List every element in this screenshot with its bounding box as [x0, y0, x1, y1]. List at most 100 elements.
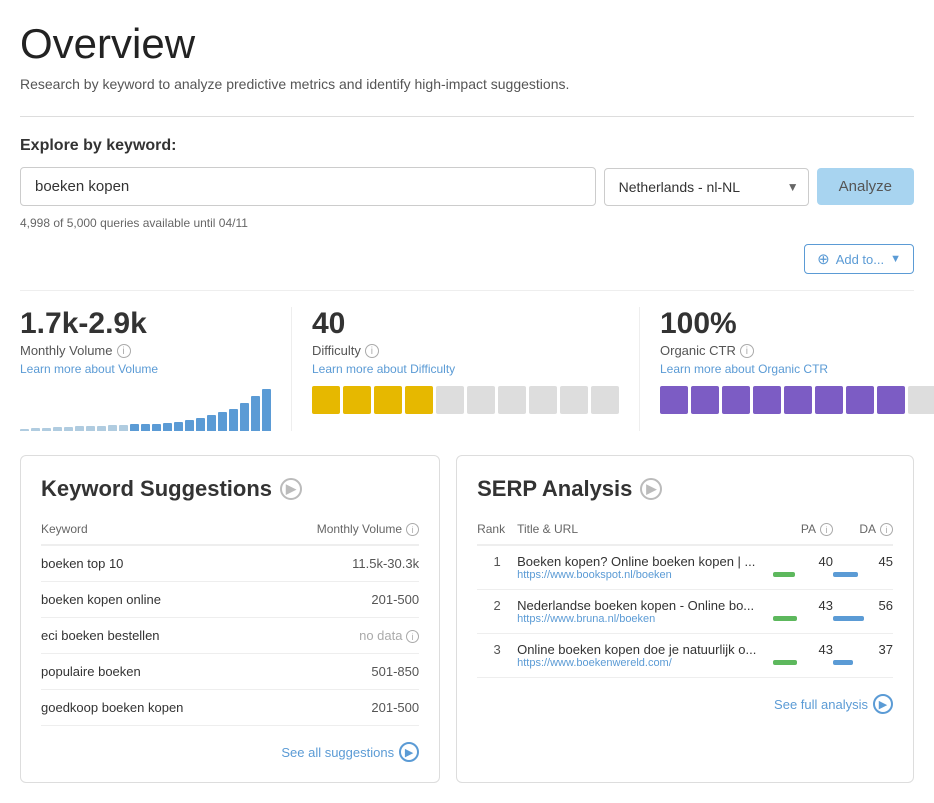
explore-label: Explore by keyword:	[20, 137, 914, 155]
table-row: 3Online boeken kopen doe je natuurlijk o…	[477, 634, 893, 678]
add-to-chevron-icon: ▼	[890, 253, 901, 265]
serp-title: Boeken kopen? Online boeken kopen | ...	[517, 554, 773, 569]
table-row: 1Boeken kopen? Online boeken kopen | ...…	[477, 545, 893, 590]
da-bar	[833, 572, 858, 577]
see-full-arrow-icon: ▶	[873, 694, 893, 714]
metric-ctr: 100% Organic CTR i Learn more about Orga…	[640, 307, 934, 431]
serp-url[interactable]: https://www.bruna.nl/boeken	[517, 613, 773, 625]
plus-icon: ⊕	[817, 250, 830, 268]
ctr-square	[908, 386, 934, 414]
volume-col-header: Monthly Volume i	[261, 522, 419, 545]
table-row: boeken top 1011.5k-30.3k	[41, 545, 419, 582]
serp-title: Online boeken kopen doe je natuurlijk o.…	[517, 642, 773, 657]
volume-bar	[240, 403, 249, 431]
difficulty-square	[467, 386, 495, 414]
pa-th-info-icon[interactable]: i	[820, 523, 833, 536]
difficulty-square	[498, 386, 526, 414]
difficulty-info-icon[interactable]: i	[365, 344, 379, 358]
ctr-square	[877, 386, 905, 414]
divider	[20, 116, 914, 117]
keyword-cell[interactable]: boeken top 10	[41, 545, 261, 582]
da-cell: 45	[833, 545, 893, 590]
volume-learn-more[interactable]: Learn more about Volume	[20, 362, 271, 376]
metrics-row: 1.7k-2.9k Monthly Volume i Learn more ab…	[20, 290, 914, 431]
serp-table: Rank Title & URL PA i DA i	[477, 522, 893, 678]
keyword-cell[interactable]: goedkoop boeken kopen	[41, 690, 261, 726]
volume-value: 1.7k-2.9k	[20, 307, 271, 341]
difficulty-square	[560, 386, 588, 414]
see-full-row: See full analysis ▶	[477, 694, 893, 714]
da-cell: 56	[833, 590, 893, 634]
keyword-cell[interactable]: boeken kopen online	[41, 582, 261, 618]
rank-cell: 2	[477, 590, 517, 634]
difficulty-square	[312, 386, 340, 414]
add-to-row: ⊕ Add to... ▼	[20, 244, 914, 274]
serp-url[interactable]: https://www.bookspot.nl/boeken	[517, 569, 773, 581]
ctr-learn-more[interactable]: Learn more about Organic CTR	[660, 362, 934, 376]
title-url-cell: Boeken kopen? Online boeken kopen | ...h…	[517, 545, 773, 590]
volume-bar	[163, 423, 172, 431]
da-value: 56	[833, 598, 893, 613]
ctr-chart	[660, 386, 934, 414]
volume-th-info-icon[interactable]: i	[406, 523, 419, 536]
see-full-link[interactable]: See full analysis ▶	[774, 694, 893, 714]
keyword-cell[interactable]: eci boeken bestellen	[41, 618, 261, 654]
serp-analysis-title: SERP Analysis ▶	[477, 476, 893, 502]
keyword-cell[interactable]: populaire boeken	[41, 654, 261, 690]
pa-cell: 43	[773, 590, 833, 634]
difficulty-learn-more[interactable]: Learn more about Difficulty	[312, 362, 619, 376]
volume-bar	[97, 426, 106, 431]
volume-cell: 501-850	[261, 654, 419, 690]
difficulty-value: 40	[312, 307, 619, 341]
volume-bar	[75, 426, 84, 431]
volume-bar	[130, 424, 139, 431]
difficulty-square	[374, 386, 402, 414]
see-all-row: See all suggestions ▶	[41, 742, 419, 762]
keyword-suggestions-panel: Keyword Suggestions ▶ Keyword Monthly Vo…	[20, 455, 440, 783]
pa-bar	[773, 572, 795, 577]
volume-bar	[196, 418, 205, 431]
kw-col-header: Keyword	[41, 522, 261, 545]
ctr-square	[815, 386, 843, 414]
no-data-info-icon[interactable]: i	[406, 630, 419, 643]
volume-cell: 11.5k-30.3k	[261, 545, 419, 582]
serp-url[interactable]: https://www.boekenwereld.com/	[517, 657, 773, 669]
ctr-square	[753, 386, 781, 414]
da-value: 37	[833, 642, 893, 657]
da-th-info-icon[interactable]: i	[880, 523, 893, 536]
difficulty-square	[405, 386, 433, 414]
table-row: eci boeken bestellenno data i	[41, 618, 419, 654]
ctr-square	[784, 386, 812, 414]
ctr-square	[660, 386, 688, 414]
volume-info-icon[interactable]: i	[117, 344, 131, 358]
difficulty-square	[529, 386, 557, 414]
ctr-label: Organic CTR i	[660, 343, 934, 358]
title-url-col-header: Title & URL	[517, 522, 773, 545]
difficulty-square	[343, 386, 371, 414]
serp-analysis-nav-icon[interactable]: ▶	[640, 478, 662, 500]
keyword-suggestions-nav-icon[interactable]: ▶	[280, 478, 302, 500]
ctr-info-icon[interactable]: i	[740, 344, 754, 358]
see-all-link[interactable]: See all suggestions ▶	[281, 742, 419, 762]
keyword-input[interactable]: boeken kopen	[20, 167, 596, 206]
pa-value: 43	[773, 642, 833, 657]
table-row: boeken kopen online201-500	[41, 582, 419, 618]
pa-value: 40	[773, 554, 833, 569]
volume-bar	[141, 424, 150, 431]
title-url-cell: Nederlandse boeken kopen - Online bo...h…	[517, 590, 773, 634]
volume-bar	[53, 427, 62, 431]
add-to-button[interactable]: ⊕ Add to... ▼	[804, 244, 914, 274]
volume-bar	[185, 420, 194, 431]
pa-cell: 40	[773, 545, 833, 590]
add-to-label: Add to...	[836, 252, 884, 267]
volume-bar	[31, 428, 40, 431]
analyze-button[interactable]: Analyze	[817, 168, 914, 205]
volume-bar	[42, 428, 51, 431]
page-subtitle: Research by keyword to analyze predictiv…	[20, 76, 914, 92]
table-row: 2Nederlandse boeken kopen - Online bo...…	[477, 590, 893, 634]
title-url-cell: Online boeken kopen doe je natuurlijk o.…	[517, 634, 773, 678]
da-value: 45	[833, 554, 893, 569]
da-bar	[833, 616, 864, 621]
da-col-header: DA i	[833, 522, 893, 545]
country-select[interactable]: Netherlands - nl-NL United States - en-U…	[604, 168, 809, 206]
